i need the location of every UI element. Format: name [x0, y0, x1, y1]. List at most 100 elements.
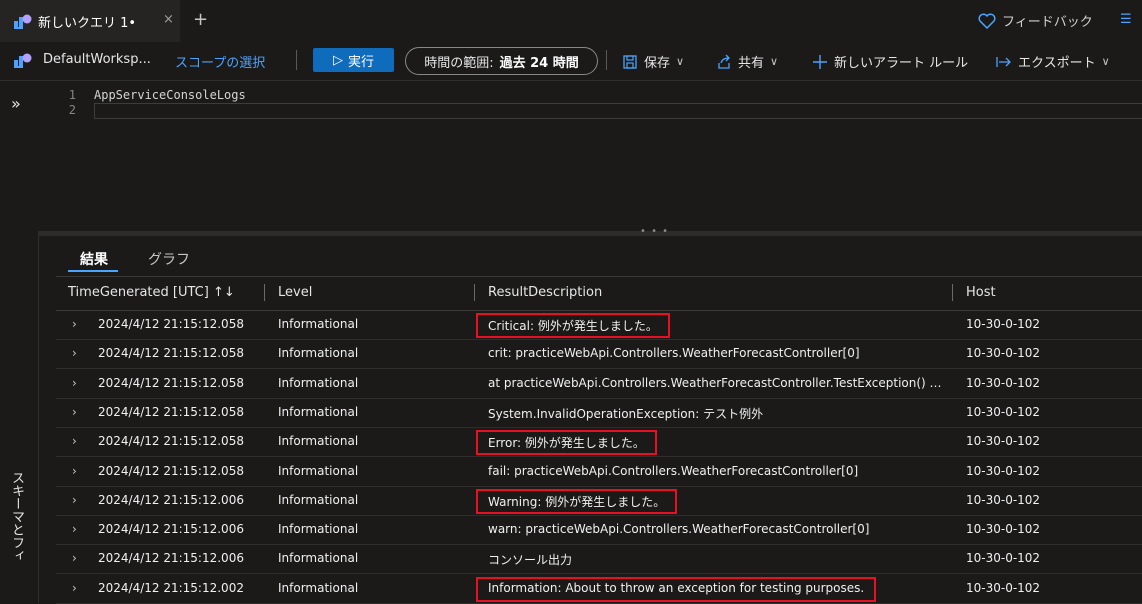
heart-icon: [978, 13, 996, 29]
table-row[interactable]: › 2024/4/12 21:15:12.006 Informational warn…: [56, 515, 1142, 546]
cell-timegenerated: 2024/4/12 21:15:12.058: [98, 404, 244, 419]
new-alert-label: 新しいアラート ルール: [834, 56, 969, 71]
highlight-box: [476, 430, 657, 456]
cell-host: 10-30-0-102: [966, 522, 1041, 537]
export-label: エクスポート: [1018, 56, 1096, 71]
cell-resultdescription: System.InvalidOperationException: テスト例外: [488, 406, 764, 421]
cell-timegenerated: 2024/4/12 21:15:12.006: [98, 492, 244, 507]
share-icon: [718, 54, 730, 69]
tab-title[interactable]: 新しいクエリ 1•: [38, 12, 136, 31]
cell-host: 10-30-0-102: [966, 375, 1041, 390]
chevron-down-icon: ∨: [676, 55, 685, 68]
cell-timegenerated: 2024/4/12 21:15:12.058: [98, 317, 244, 331]
table-row[interactable]: › 2024/4/12 21:15:12.058 Informational Erro…: [56, 427, 1142, 458]
cell-level: Informational: [278, 492, 359, 507]
cell-level: Informational: [278, 463, 359, 478]
chevron-down-icon: ∨: [1101, 55, 1110, 68]
cell-resultdescription: at practiceWebApi.Controllers.WeatherFor…: [488, 375, 943, 390]
expand-row-icon[interactable]: ›: [72, 434, 77, 448]
expand-row-icon[interactable]: ›: [72, 317, 77, 331]
table-row[interactable]: › 2024/4/12 21:15:12.006 Informational Warn…: [56, 486, 1142, 516]
table-row[interactable]: › 2024/4/12 21:15:12.058 Informational crit…: [56, 339, 1142, 370]
expand-row-icon[interactable]: ›: [72, 551, 77, 565]
cell-level: Informational: [278, 522, 359, 537]
cell-host: 10-30-0-102: [966, 317, 1041, 331]
expand-row-icon[interactable]: ›: [72, 493, 77, 507]
run-label: 実行: [347, 54, 374, 70]
column-divider[interactable]: [952, 284, 953, 301]
tab-results[interactable]: 結果: [80, 249, 108, 269]
save-button[interactable]: 保存 ∨: [622, 52, 684, 71]
column-header-level[interactable]: Level: [278, 285, 312, 300]
time-range-label: 時間の範囲:: [424, 55, 494, 71]
list-icon[interactable]: ☰: [1120, 12, 1132, 27]
expand-row-icon[interactable]: ›: [72, 522, 77, 536]
log-analytics-icon: [14, 14, 32, 29]
cell-timegenerated: 2024/4/12 21:15:12.058: [98, 434, 244, 449]
plus-icon: [813, 54, 827, 69]
cell-host: 10-30-0-102: [966, 463, 1041, 478]
expand-rail-button[interactable]: »: [11, 94, 21, 113]
run-button[interactable]: ▷ 実行: [313, 48, 394, 72]
feedback-label: フィードバック: [1002, 15, 1093, 30]
feedback-button[interactable]: フィードバック: [978, 11, 1093, 30]
column-divider[interactable]: [474, 284, 475, 301]
select-scope-link[interactable]: スコープの選択: [175, 52, 265, 71]
column-header-host[interactable]: Host: [966, 285, 996, 300]
cell-timegenerated: 2024/4/12 21:15:12.058: [98, 375, 244, 390]
toolbar-divider: [606, 50, 607, 70]
cell-resultdescription: fail: practiceWebApi.Controllers.Weather…: [488, 463, 859, 478]
expand-row-icon[interactable]: ›: [72, 464, 77, 478]
cell-level: Informational: [278, 317, 359, 331]
play-icon: ▷: [332, 52, 343, 68]
cell-host: 10-30-0-102: [966, 434, 1041, 449]
column-divider[interactable]: [264, 284, 265, 301]
expand-row-icon[interactable]: ›: [72, 581, 77, 595]
column-header-resultdescription[interactable]: ResultDescription: [488, 285, 602, 300]
time-range-button[interactable]: 時間の範囲: 過去 24 時間: [405, 47, 598, 75]
table-row[interactable]: › 2024/4/12 21:15:12.006 Informational コンソー…: [56, 544, 1142, 575]
time-range-value: 過去 24 時間: [499, 55, 579, 71]
line-number: 1: [68, 88, 76, 102]
share-button[interactable]: 共有 ∨: [716, 52, 778, 71]
expand-row-icon[interactable]: ›: [72, 346, 77, 360]
cell-host: 10-30-0-102: [966, 580, 1041, 595]
cell-level: Informational: [278, 375, 359, 390]
workspace-name[interactable]: DefaultWorksp...: [43, 52, 151, 67]
expand-row-icon[interactable]: ›: [72, 376, 77, 390]
column-header-timegenerated[interactable]: TimeGenerated [UTC] ↑↓: [68, 285, 235, 300]
cell-host: 10-30-0-102: [966, 346, 1041, 361]
cell-level: Informational: [278, 346, 359, 361]
cell-timegenerated: 2024/4/12 21:15:12.006: [98, 551, 244, 566]
table-row[interactable]: › 2024/4/12 21:15:12.058 Informational fail…: [56, 457, 1142, 487]
table-row[interactable]: › 2024/4/12 21:15:12.058 Informational Syst…: [56, 398, 1142, 428]
splitter-handle-icon[interactable]: • • •: [640, 226, 669, 237]
cell-resultdescription: warn: practiceWebApi.Controllers.Weather…: [488, 522, 870, 537]
cell-timegenerated: 2024/4/12 21:15:12.058: [98, 346, 244, 361]
save-icon: [623, 54, 637, 69]
table-row[interactable]: › 2024/4/12 21:15:12.058 Informational Crit…: [56, 310, 1142, 340]
cell-level: Informational: [278, 580, 359, 595]
cell-host: 10-30-0-102: [966, 551, 1041, 566]
highlight-box: [476, 488, 678, 514]
table-row[interactable]: › 2024/4/12 21:15:12.058 Informational at p…: [56, 369, 1142, 399]
cell-timegenerated: 2024/4/12 21:15:12.058: [98, 463, 244, 478]
line-number: 2: [68, 103, 76, 117]
expand-row-icon[interactable]: ›: [72, 405, 77, 419]
query-text[interactable]: AppServiceConsoleLogs: [94, 88, 246, 102]
pane-splitter[interactable]: [38, 231, 1142, 236]
cell-timegenerated: 2024/4/12 21:15:12.002: [98, 580, 244, 595]
toolbar-divider: [296, 50, 297, 70]
add-tab-button[interactable]: +: [193, 9, 208, 30]
schema-filter-label[interactable]: スキーマとフィ: [7, 471, 26, 562]
highlight-box: [476, 313, 670, 338]
tab-chart[interactable]: グラフ: [148, 249, 190, 269]
table-row[interactable]: › 2024/4/12 21:15:12.002 Informational Info…: [56, 574, 1142, 604]
new-alert-rule-button[interactable]: 新しいアラート ルール: [812, 52, 968, 71]
tab-close-button[interactable]: ×: [163, 12, 174, 27]
current-line[interactable]: [94, 103, 1142, 119]
export-button[interactable]: エクスポート ∨: [996, 52, 1110, 71]
workspace-icon: [14, 53, 32, 68]
cell-resultdescription: コンソール出力: [488, 553, 573, 568]
cell-host: 10-30-0-102: [966, 404, 1041, 419]
